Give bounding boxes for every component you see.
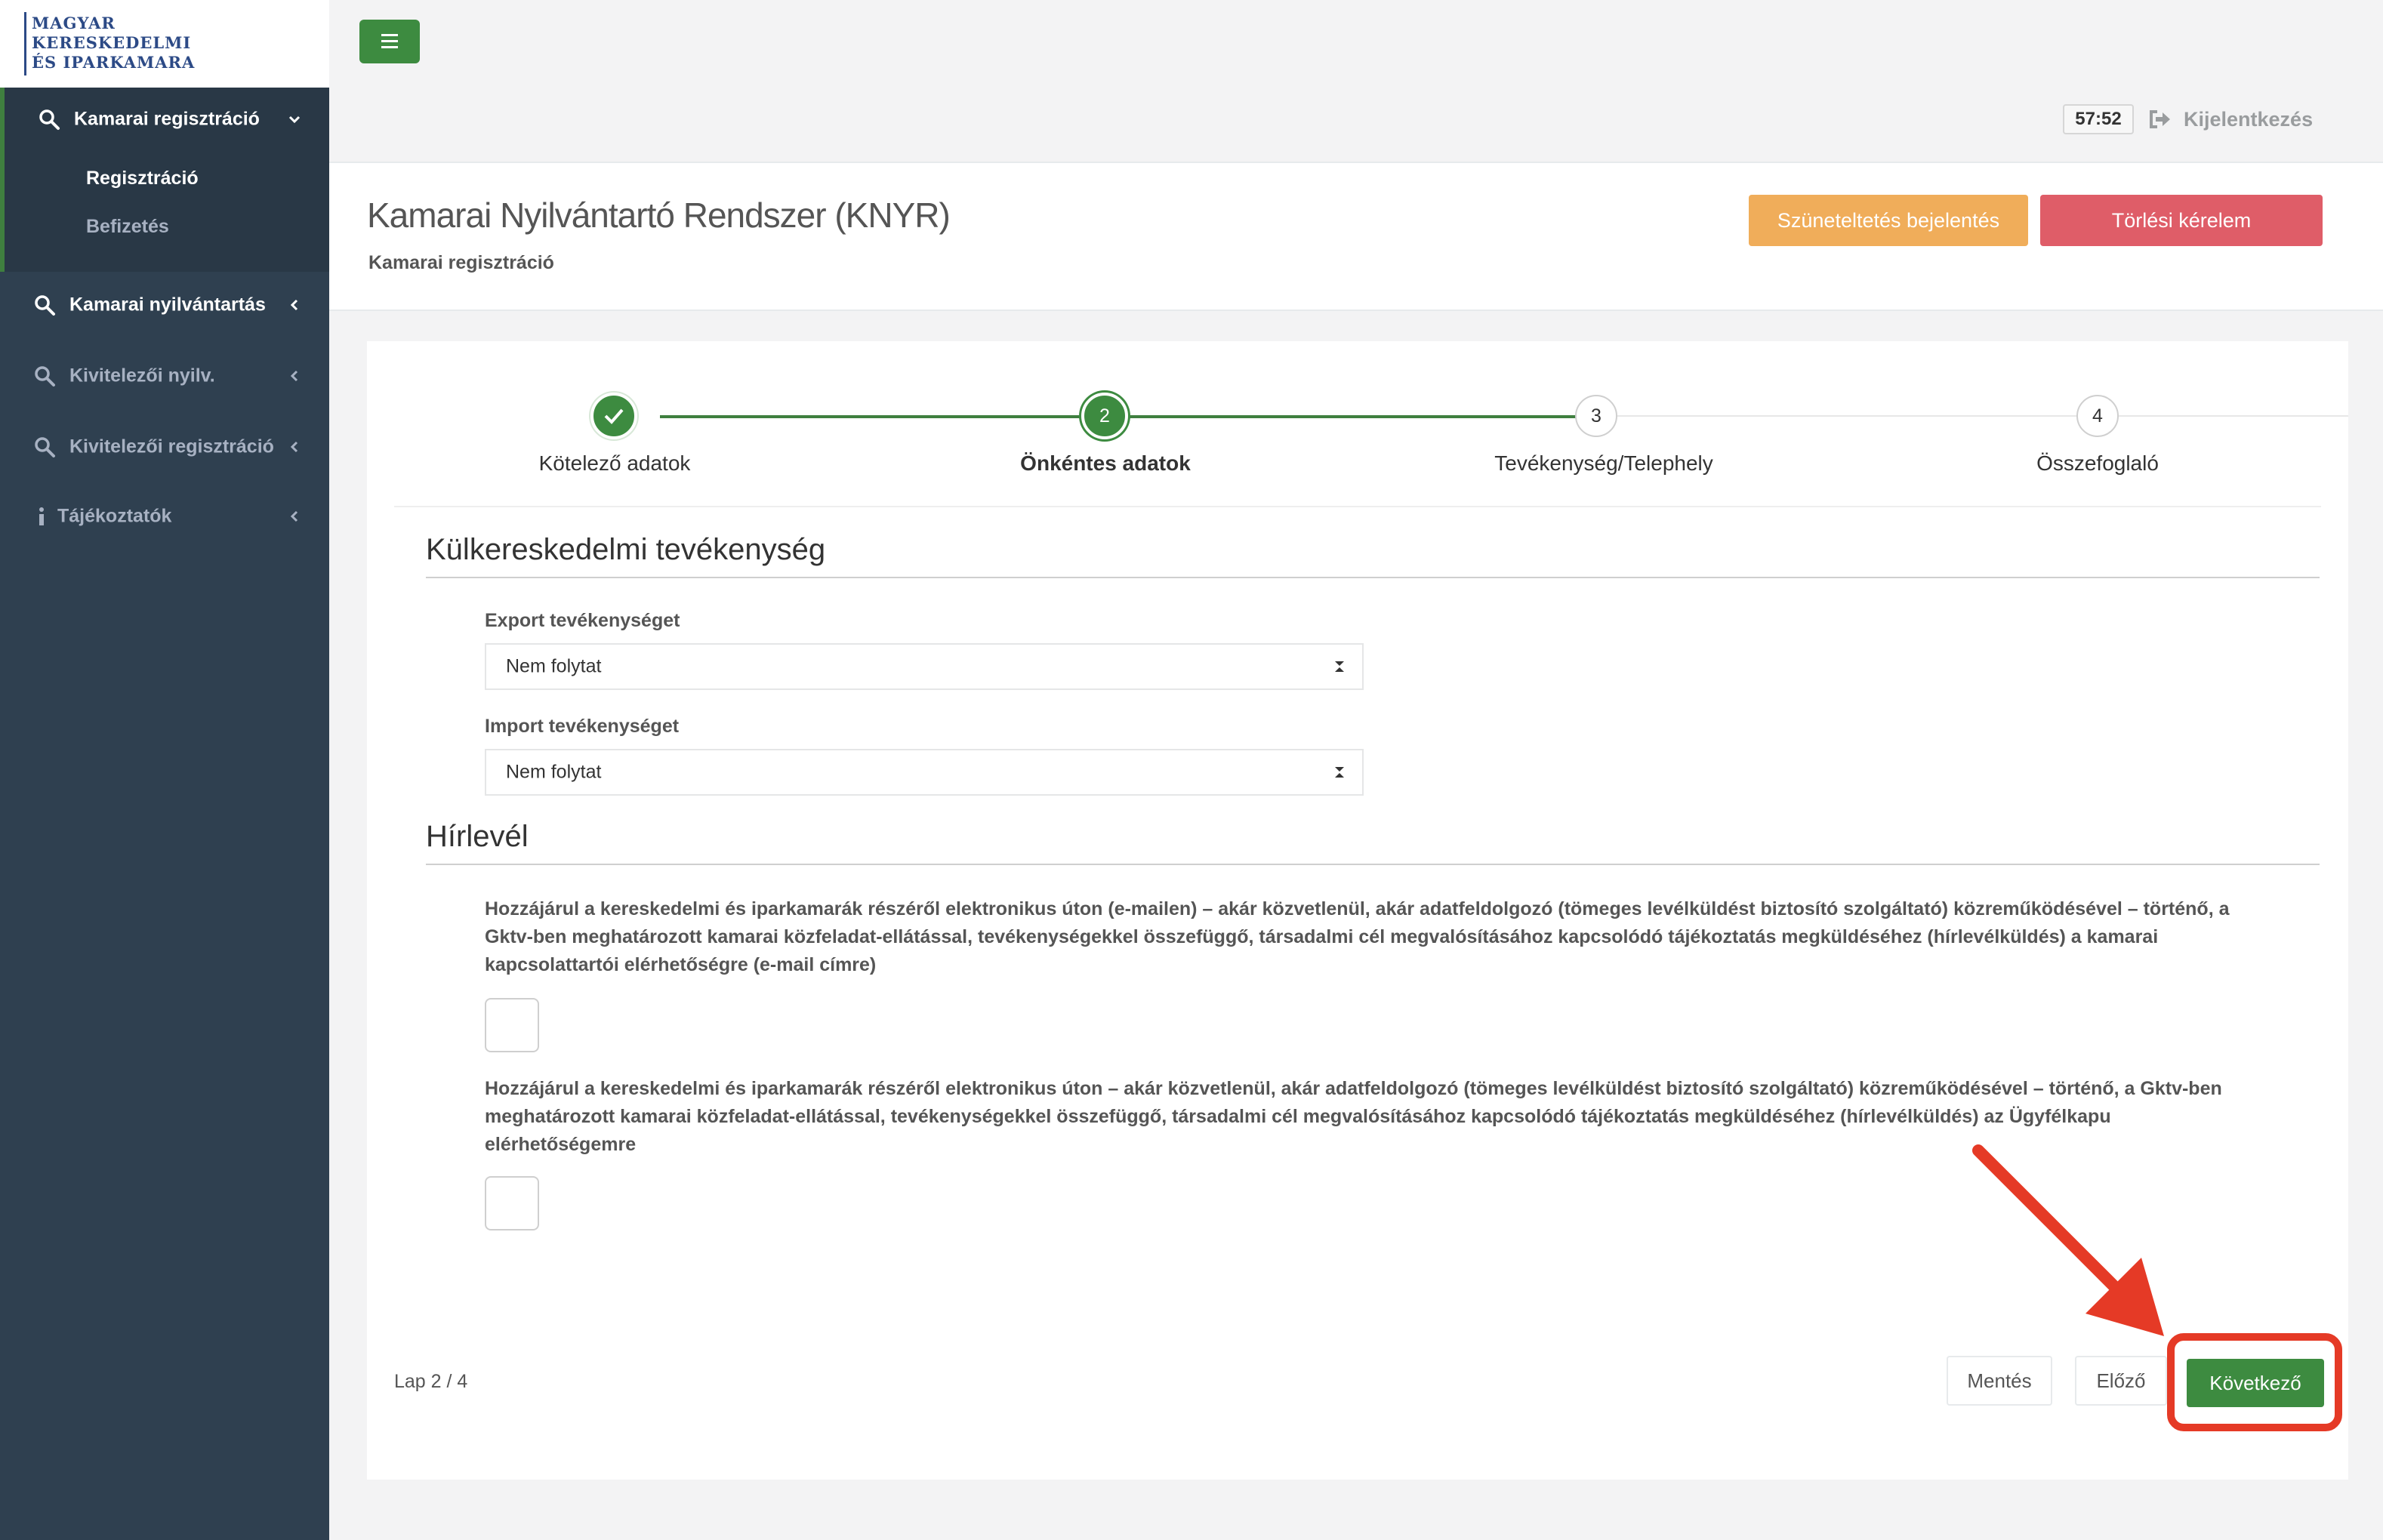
chevron-left-icon xyxy=(290,299,298,311)
stepper-progress-line xyxy=(660,415,1604,418)
search-icon xyxy=(39,109,60,130)
nav-group-kamarai-regisztracio: Kamarai regisztráció Regisztráció Befize… xyxy=(0,88,329,272)
check-icon xyxy=(604,408,624,424)
sidebar-item-kamarai-nyilvantartas[interactable]: Kamarai nyilvántartás xyxy=(0,282,329,328)
page-title: Kamarai Nyilvántartó Rendszer (KNYR) xyxy=(367,196,951,235)
hamburger-icon xyxy=(381,34,398,36)
chevron-left-icon xyxy=(290,510,298,522)
sidebar-item-tajekoztatok[interactable]: Tájékoztatók xyxy=(0,494,329,539)
stepper-remaining-line xyxy=(1604,415,2348,417)
step-3-circle[interactable]: 3 xyxy=(1575,395,1617,437)
logo-line-3: És Iparkamara xyxy=(32,53,196,72)
import-select[interactable]: Nem folytat xyxy=(485,749,1364,796)
info-icon xyxy=(39,507,44,525)
sidebar-item-label: Tájékoztatók xyxy=(57,505,172,527)
section-divider xyxy=(426,577,2320,578)
step-4-number: 4 xyxy=(2092,405,2103,427)
sign-out-icon xyxy=(2150,110,2170,128)
logo-text: Magyar Kereskedelmi És Iparkamara xyxy=(32,14,195,72)
logout-link[interactable]: Kijelentkezés xyxy=(2149,104,2313,134)
step-2-circle[interactable]: 2 xyxy=(1081,393,1128,439)
search-icon xyxy=(35,295,55,316)
chevron-left-icon xyxy=(290,441,298,453)
sidebar-item-label: Kivitelezői nyilv. xyxy=(69,365,215,387)
wizard-card: Kötelező adatok 2 Önkéntes adatok 3 Tevé… xyxy=(367,341,2348,1480)
suspend-button[interactable]: Szüneteltetés bejelentés xyxy=(1749,195,2028,246)
sidebar-item-kivitelezoi-regisztracio[interactable]: Kivitelezői regisztráció xyxy=(0,424,329,470)
sidebar-item-kamarai-regisztracio[interactable]: Kamarai regisztráció xyxy=(0,97,329,142)
sidebar-subitem-regisztracio[interactable]: Regisztráció xyxy=(86,168,199,189)
step-1-circle[interactable] xyxy=(590,393,637,439)
search-icon xyxy=(35,366,55,387)
step-3-number: 3 xyxy=(1591,405,1602,427)
step-4-circle[interactable]: 4 xyxy=(2076,395,2119,437)
logo-accent-bar xyxy=(24,12,26,75)
logo-line-1: Magyar xyxy=(32,14,116,32)
page-indicator: Lap 2 / 4 xyxy=(394,1371,468,1392)
sidebar-item-label: Kamarai regisztráció xyxy=(74,108,260,130)
hamburger-icon-bar xyxy=(381,40,398,42)
step-2-number: 2 xyxy=(1099,405,1110,427)
export-select[interactable]: Nem folytat xyxy=(485,643,1364,690)
export-label: Export tevékenységet xyxy=(485,610,680,631)
sidebar-item-label: Kivitelezői regisztráció xyxy=(69,436,274,457)
logo-line-2: Kereskedelmi xyxy=(32,33,192,52)
newsletter-section-title: Hírlevél xyxy=(426,820,529,853)
chevron-left-icon xyxy=(290,370,298,382)
stepper-divider xyxy=(394,506,2321,507)
hamburger-menu-button[interactable] xyxy=(359,20,420,63)
chevron-down-icon xyxy=(288,116,301,124)
step-4-label: Összefoglaló xyxy=(2036,451,2159,475)
top-bar: 57:52 Kijelentkezés xyxy=(329,0,2383,163)
breadcrumb: Kamarai regisztráció xyxy=(368,252,554,273)
page-header: Kamarai Nyilvántartó Rendszer (KNYR) Kam… xyxy=(329,163,2383,311)
trade-section-title: Külkereskedelmi tevékenység xyxy=(426,533,826,566)
export-select-value: Nem folytat xyxy=(506,655,602,677)
search-icon xyxy=(35,437,55,457)
chamber-logo[interactable]: Magyar Kereskedelmi És Iparkamara xyxy=(0,0,329,88)
consent-portal-checkbox[interactable] xyxy=(485,1176,539,1230)
annotation-arrow-icon xyxy=(1972,1144,2164,1336)
annotation-highlight-box xyxy=(2167,1333,2342,1431)
hamburger-icon-bar xyxy=(381,46,398,48)
logout-label: Kijelentkezés xyxy=(2184,107,2314,131)
sidebar-item-kivitelezoi-nyilv[interactable]: Kivitelezői nyilv. xyxy=(0,353,329,399)
step-2-label: Önkéntes adatok xyxy=(1020,451,1191,475)
step-1-label: Kötelező adatok xyxy=(538,451,691,475)
consent-email-text: Hozzájárul a kereskedelmi és iparkamarák… xyxy=(485,898,2230,975)
sort-arrows-icon xyxy=(1335,767,1344,778)
sidebar: Magyar Kereskedelmi És Iparkamara Kamara… xyxy=(0,0,329,1540)
deletion-request-button[interactable]: Törlési kérelem xyxy=(2040,195,2323,246)
import-label: Import tevékenységet xyxy=(485,716,680,737)
import-select-value: Nem folytat xyxy=(506,761,602,783)
section-divider xyxy=(426,864,2320,865)
sidebar-subitem-befizetes[interactable]: Befizetés xyxy=(86,216,169,238)
consent-email-checkbox[interactable] xyxy=(485,998,539,1052)
session-timer: 57:52 xyxy=(2063,104,2134,134)
sidebar-item-label: Kamarai nyilvántartás xyxy=(69,294,266,316)
sort-arrows-icon xyxy=(1335,661,1344,672)
step-3-label: Tevékenység/Telephely xyxy=(1494,451,1713,475)
